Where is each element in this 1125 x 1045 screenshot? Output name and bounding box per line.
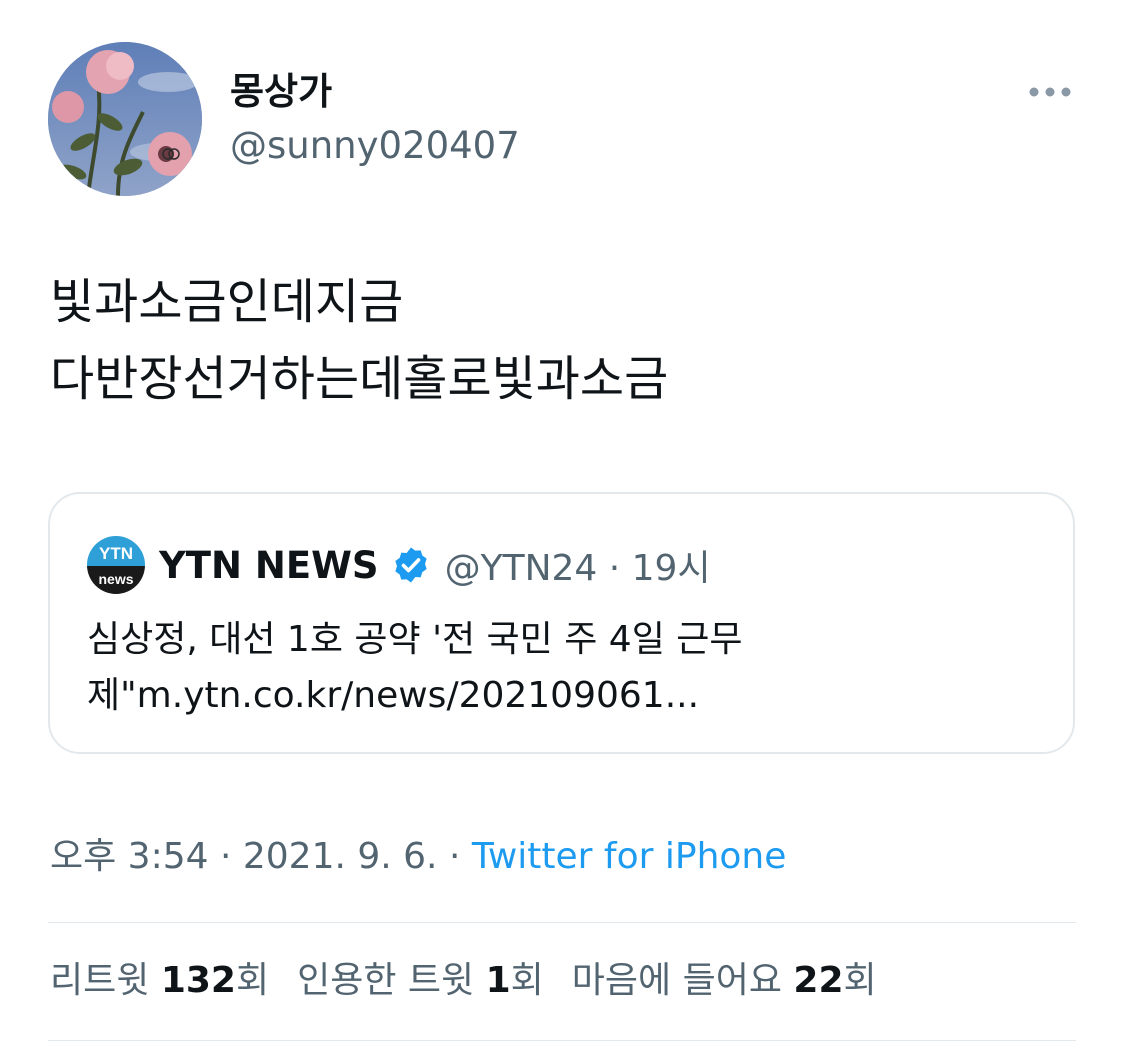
likes-count: 22 [793, 960, 844, 1001]
timestamp-text[interactable]: 오후 3:54 · 2021. 9. 6. · [50, 836, 472, 877]
author-handle[interactable]: @sunny020407 [230, 124, 520, 168]
quotes-label: 인용한 트윗 [297, 960, 486, 1001]
retweets-suffix: 회 [235, 960, 270, 1001]
tweet-text-line: 빛과소금인데지금 [50, 274, 404, 330]
quoted-text-line: 제"m.ytn.co.kr/news/202109061... [87, 675, 700, 716]
quoted-tweet-text: 심상정, 대선 1호 공약 '전 국민 주 4일 근무 제"m.ytn.co.k… [87, 612, 1007, 724]
tweet-text: 빛과소금인데지금 다반장선거하는데홀로빛과소금 [50, 264, 1070, 418]
tweet-text-line: 다반장선거하는데홀로빛과소금 [50, 351, 669, 407]
quoted-author-name: YTN NEWS [159, 543, 379, 587]
retweets-count: 132 [160, 960, 236, 1001]
quoted-tweet-card[interactable]: YTN news YTN NEWS @YTN24 · 19시 심상정, 대선 1… [48, 492, 1075, 754]
ytn-avatar: YTN news [87, 536, 145, 594]
quotes-suffix: 회 [510, 960, 544, 1001]
tweet-timestamp: 오후 3:54 · 2021. 9. 6. · Twitter for iPho… [50, 834, 786, 880]
ytn-logo-subtext: news [98, 571, 133, 587]
quotes-stat[interactable]: 인용한 트윗 1회 [297, 958, 544, 1004]
source-link[interactable]: Twitter for iPhone [472, 836, 787, 877]
author-display-name[interactable]: 몽상가 [230, 70, 332, 114]
retweets-stat[interactable]: 리트윗 132회 [50, 958, 269, 1004]
engagement-stats: 리트윗 132회 인용한 트윗 1회 마음에 들어요 22회 [50, 958, 905, 1004]
quoted-text-line: 심상정, 대선 1호 공약 '전 국민 주 4일 근무 [87, 619, 743, 660]
retweets-label: 리트윗 [50, 960, 161, 1001]
more-options-button[interactable] [1020, 72, 1080, 112]
ytn-logo-text: YTN [99, 544, 133, 563]
quotes-count: 1 [485, 960, 511, 1001]
verified-badge-icon [394, 547, 427, 583]
author-avatar[interactable] [48, 42, 202, 196]
divider [48, 1040, 1076, 1041]
ytn-logo-icon: YTN news [87, 536, 145, 594]
likes-label: 마음에 들어요 [571, 960, 794, 1001]
divider [48, 922, 1076, 923]
quoted-tweet-header: YTN news YTN NEWS @YTN24 · 19시 [87, 536, 711, 594]
more-horizontal-icon [1029, 87, 1071, 97]
avatar-image [48, 42, 202, 196]
quoted-handle-time: @YTN24 · 19시 [444, 548, 711, 589]
likes-suffix: 회 [843, 960, 877, 1001]
likes-stat[interactable]: 마음에 들어요 22회 [572, 958, 877, 1004]
